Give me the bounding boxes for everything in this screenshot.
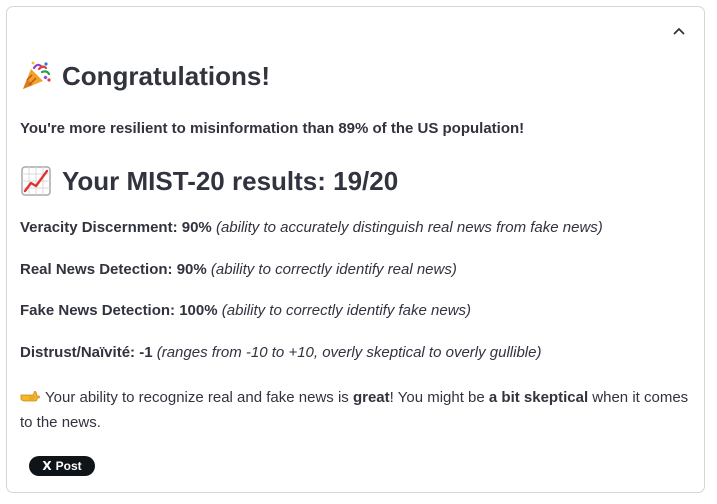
metric-description: (ability to correctly identify real news… (210, 261, 457, 278)
congrats-message: You're more resilient to misinformation … (20, 120, 525, 137)
summary-text: Your ability to recognize real and fake … (20, 385, 690, 435)
post-button-label: Post (55, 459, 82, 473)
party-popper-icon (20, 60, 52, 92)
results-title: Your MIST-20 results: 19/20 (62, 165, 399, 196)
congrats-heading: Congratulations! (20, 60, 270, 92)
chevron-up-icon (673, 28, 685, 35)
summary-tendency: a bit skeptical (488, 389, 589, 406)
metric-label: Real News Detection: (20, 261, 173, 278)
metric-value: -1 (139, 344, 153, 361)
backhand-index-pointing-right-icon (20, 388, 40, 404)
metric-label: Fake News Detection: (20, 302, 176, 319)
summary-rating: great (352, 389, 390, 406)
metric-value: 100% (179, 302, 218, 319)
chart-increasing-icon (20, 165, 52, 197)
metric-real-news-detection: Real News Detection: 90% (ability to cor… (20, 261, 457, 278)
summary-part1: Your ability to recognize real and fake … (45, 389, 353, 406)
metric-label: Veracity Discernment: (20, 219, 178, 236)
metric-fake-news-detection: Fake News Detection: 100% (ability to co… (20, 302, 471, 319)
post-to-x-button[interactable]: X Post (29, 456, 95, 476)
x-logo-icon: X (42, 459, 52, 473)
results-card: Congratulations! You're more resilient t… (6, 6, 705, 493)
summary-part2: ! You might be (389, 389, 489, 406)
metric-description: (ranges from -10 to +10, overly skeptica… (156, 344, 542, 361)
metric-description: (ability to accurately distinguish real … (215, 219, 603, 236)
results-heading: Your MIST-20 results: 19/20 (20, 165, 398, 197)
metric-value: 90% (176, 261, 207, 278)
metric-description: (ability to correctly identify fake news… (221, 302, 472, 319)
collapse-button[interactable] (668, 20, 690, 42)
metric-distrust-naivete: Distrust/Naïvité: -1 (ranges from -10 to… (20, 344, 541, 361)
congrats-title: Congratulations! (62, 60, 270, 91)
metric-label: Distrust/Naïvité: (20, 344, 136, 361)
metric-value: 90% (181, 219, 212, 236)
metric-veracity-discernment: Veracity Discernment: 90% (ability to ac… (20, 219, 603, 236)
